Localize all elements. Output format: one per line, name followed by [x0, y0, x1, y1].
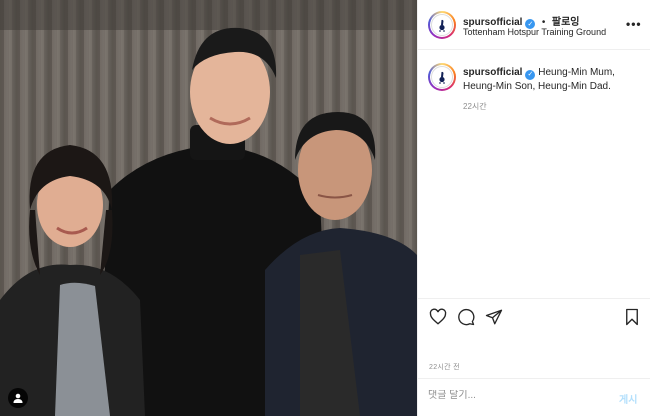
verified-badge-icon: ✓: [525, 69, 536, 80]
post-header: spursofficial ✓ • 팔로잉 Tottenham Hotspur T…: [418, 0, 650, 50]
caption: spursofficial ✓ Heung-Min Mum, Heung-Min …: [463, 66, 643, 93]
spurs-cockerel-icon: [431, 14, 453, 36]
caption-username-link[interactable]: spursofficial: [463, 67, 522, 78]
paper-plane-icon[interactable]: [485, 308, 503, 331]
action-bar: [418, 298, 650, 338]
comment-bar: 게시: [418, 378, 650, 416]
bookmark-icon[interactable]: [624, 308, 640, 331]
post-sidebar: spursofficial ✓ • 팔로잉 Tottenham Hotspur T…: [417, 0, 650, 416]
post-photo[interactable]: [0, 0, 417, 416]
caption-timestamp[interactable]: 22시간: [463, 101, 487, 112]
post-comment-button[interactable]: 게시: [619, 391, 637, 406]
comment-icon[interactable]: [457, 308, 475, 331]
heart-icon[interactable]: [429, 308, 447, 331]
user-tag-icon[interactable]: [8, 388, 28, 408]
more-options-icon[interactable]: •••: [626, 17, 642, 31]
avatar[interactable]: [428, 11, 456, 39]
post-image: [0, 0, 417, 416]
location-link[interactable]: Tottenham Hotspur Training Ground: [463, 27, 606, 37]
spurs-cockerel-icon: [431, 66, 453, 88]
post-timestamp[interactable]: 22시간 전: [429, 362, 460, 372]
caption-avatar[interactable]: [428, 63, 456, 91]
comment-input[interactable]: [428, 390, 598, 401]
